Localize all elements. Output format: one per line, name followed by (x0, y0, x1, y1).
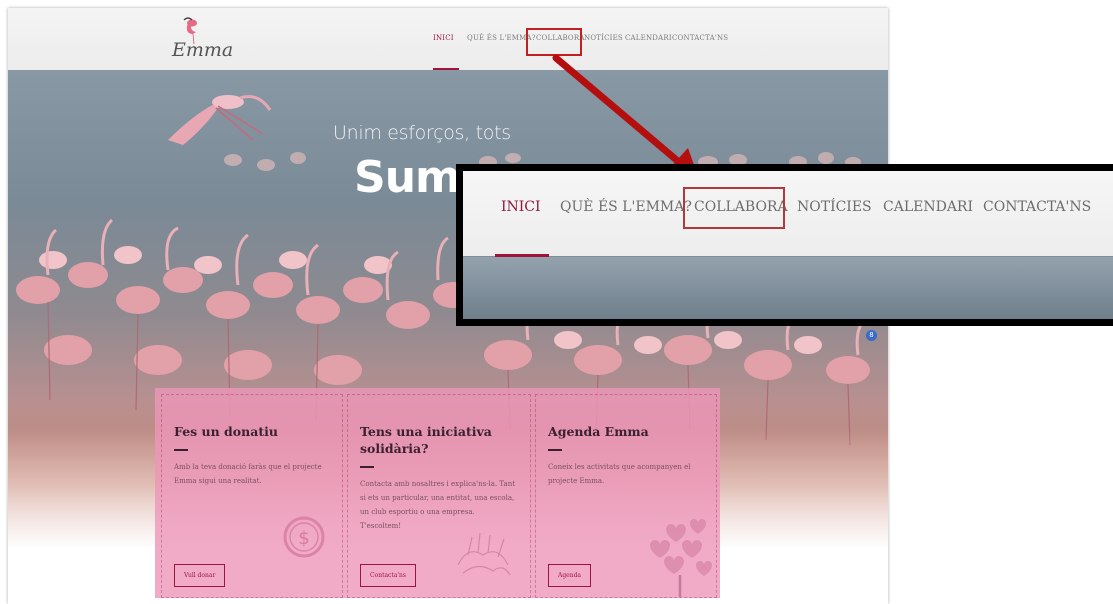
zoomed-collabora-highlight-box (683, 187, 785, 229)
zoomed-nav-inset: INICI QUÈ ÉS L'EMMA? COLLABORA NOTÍCIES … (456, 164, 1113, 326)
zoomed-site-header: INICI QUÈ ÉS L'EMMA? COLLABORA NOTÍCIES … (463, 171, 1113, 256)
zoomed-nav-item-contactans[interactable]: CONTACTA'NS (983, 199, 1091, 215)
zoomed-nav-item-que-es-emma[interactable]: QUÈ ÉS L'EMMA? (560, 199, 692, 215)
zoomed-nav-item-inici[interactable]: INICI (501, 199, 541, 215)
zoomed-nav-item-noticies[interactable]: NOTÍCIES (797, 199, 872, 215)
zoomed-nav-item-calendari[interactable]: CALENDARI (883, 199, 973, 215)
zoomed-hero-strip (463, 257, 1113, 319)
zoomed-nav-view: INICI QUÈ ÉS L'EMMA? COLLABORA NOTÍCIES … (463, 171, 1113, 319)
